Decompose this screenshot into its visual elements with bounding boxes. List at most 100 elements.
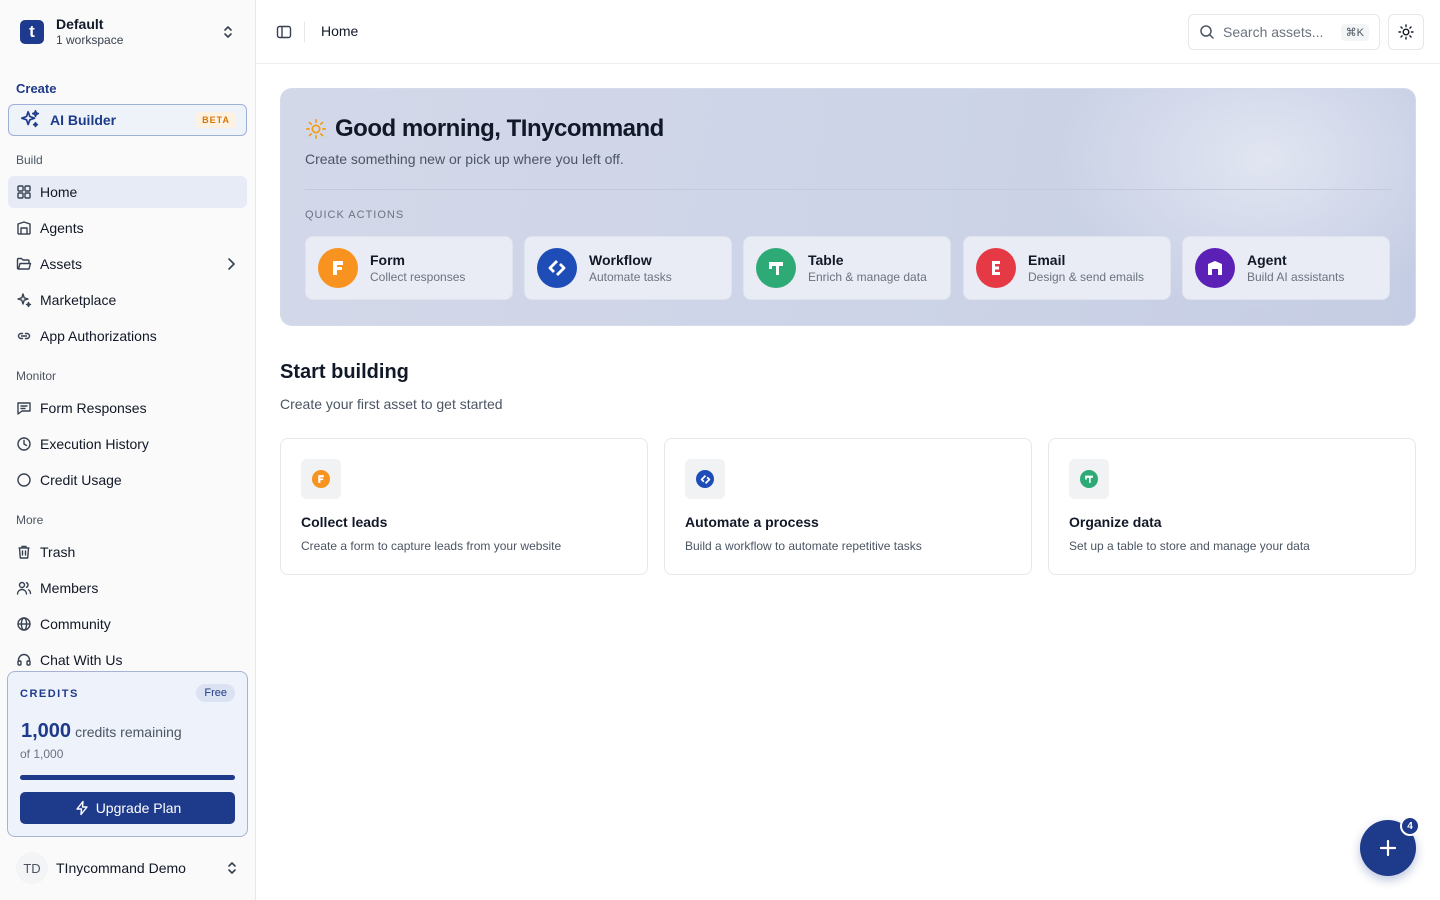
sidebar-item-community[interactable]: Community xyxy=(8,608,247,640)
agent-icon xyxy=(16,220,32,236)
user-menu[interactable]: TD TInycommand Demo xyxy=(8,848,248,888)
search-input[interactable]: Search assets... ⌘K xyxy=(1188,14,1380,50)
section-more: More xyxy=(16,513,44,527)
sidebar-item-label: Execution History xyxy=(40,436,149,452)
workspace-logo-letter: t xyxy=(29,21,35,41)
quick-action-subtitle: Enrich & manage data xyxy=(808,270,927,284)
sidebar-item-label: Form Responses xyxy=(40,400,147,416)
hero-divider xyxy=(305,189,1391,190)
sidebar-nav[interactable]: Create AI Builder BETA Build Home Agents… xyxy=(0,72,255,668)
clock-icon xyxy=(16,436,32,452)
card-automate-process[interactable]: Automate a process Build a workflow to a… xyxy=(664,438,1032,575)
credits-remaining: 1,000 credits remaining xyxy=(21,720,182,743)
sidebar-item-execution-history[interactable]: Execution History xyxy=(8,428,247,460)
sidebar-toggle-button[interactable] xyxy=(272,20,296,44)
workspace-switcher[interactable]: t Default 1 workspace xyxy=(8,8,248,56)
theme-toggle-button[interactable] xyxy=(1388,14,1424,50)
quick-action-table[interactable]: Table Enrich & manage data xyxy=(743,236,951,300)
sidebar-item-label: App Authorizations xyxy=(40,328,157,344)
quick-action-text: Workflow Automate tasks xyxy=(589,251,672,285)
workspace-logo: t xyxy=(20,20,44,44)
start-building-subtitle: Create your first asset to get started xyxy=(280,396,503,412)
chevrons-updown-icon xyxy=(224,860,240,876)
ai-builder-button[interactable]: AI Builder BETA xyxy=(8,104,247,136)
quick-action-title: Workflow xyxy=(589,252,652,268)
card-subtitle: Set up a table to store and manage your … xyxy=(1069,539,1310,553)
welcome-hero: Good morning, TInycommand Create somethi… xyxy=(280,88,1416,326)
sun-icon xyxy=(1398,24,1414,40)
upgrade-plan-button[interactable]: Upgrade Plan xyxy=(20,792,235,824)
sidebar-item-chat-with-us[interactable]: Chat With Us xyxy=(8,644,247,668)
email-icon xyxy=(976,248,1016,288)
sidebar-item-home[interactable]: Home xyxy=(8,176,247,208)
sidebar-item-members[interactable]: Members xyxy=(8,572,247,604)
sidebar-item-label: Trash xyxy=(40,544,76,560)
topbar: Home Search assets... ⌘K xyxy=(256,0,1440,64)
section-monitor: Monitor xyxy=(16,369,57,383)
sparkle-icon xyxy=(16,292,32,308)
sun-icon xyxy=(305,118,327,140)
sidebar-item-trash[interactable]: Trash xyxy=(8,536,247,568)
workspace-count: 1 workspace xyxy=(56,33,124,47)
quick-action-title: Table xyxy=(808,252,844,268)
avatar: TD xyxy=(16,852,48,884)
quick-action-text: Agent Build AI assistants xyxy=(1247,251,1344,285)
quick-action-email[interactable]: Email Design & send emails xyxy=(963,236,1171,300)
card-subtitle: Create a form to capture leads from your… xyxy=(301,539,562,553)
greeting-title: Good morning, TInycommand xyxy=(335,115,664,142)
table-icon xyxy=(756,248,796,288)
sidebar-item-label: Chat With Us xyxy=(40,652,123,668)
workflow-icon xyxy=(537,248,577,288)
quick-action-title: Form xyxy=(370,252,405,268)
quick-actions-label: QUICK ACTIONS xyxy=(305,209,405,221)
greeting-subtitle: Create something new or pick up where yo… xyxy=(305,151,624,167)
card-title: Organize data xyxy=(1069,514,1162,530)
sidebar-item-label: Community xyxy=(40,616,111,632)
credits-remaining-label: credits remaining xyxy=(75,724,182,740)
quick-action-subtitle: Collect responses xyxy=(370,270,466,284)
sidebar-item-label: Assets xyxy=(40,256,83,272)
trash-icon xyxy=(16,544,32,560)
folder-icon xyxy=(16,256,32,272)
quick-action-title: Agent xyxy=(1247,252,1287,268)
form-icon xyxy=(301,459,341,499)
credits-progress-bar xyxy=(20,775,235,780)
greeting: Good morning, TInycommand xyxy=(305,115,664,143)
sidebar-item-label: Agents xyxy=(40,220,84,236)
sidebar-item-app-authorizations[interactable]: App Authorizations xyxy=(8,320,247,352)
sidebar-item-label: Marketplace xyxy=(40,292,117,308)
message-icon xyxy=(16,400,32,416)
upgrade-plan-label: Upgrade Plan xyxy=(95,800,182,816)
quick-action-agent[interactable]: Agent Build AI assistants xyxy=(1182,236,1390,300)
quick-action-text: Table Enrich & manage data xyxy=(808,251,927,285)
section-create: Create xyxy=(16,81,57,96)
globe-icon xyxy=(16,616,32,632)
sidebar-item-label: Members xyxy=(40,580,99,596)
credits-header: CREDITS xyxy=(20,688,79,700)
sidebar-item-credit-usage[interactable]: Credit Usage xyxy=(8,464,247,496)
card-organize-data[interactable]: Organize data Set up a table to store an… xyxy=(1048,438,1416,575)
quick-action-subtitle: Automate tasks xyxy=(589,270,672,284)
agent-icon xyxy=(1195,248,1235,288)
user-name: TInycommand Demo xyxy=(56,860,186,876)
quick-action-workflow[interactable]: Workflow Automate tasks xyxy=(524,236,732,300)
card-subtitle: Build a workflow to automate repetitive … xyxy=(685,539,922,553)
search-shortcut: ⌘K xyxy=(1340,23,1369,41)
card-collect-leads[interactable]: Collect leads Create a form to capture l… xyxy=(280,438,648,575)
sidebar-item-form-responses[interactable]: Form Responses xyxy=(8,392,247,424)
card-title: Automate a process xyxy=(685,514,819,530)
grid-icon xyxy=(16,184,32,200)
quick-action-text: Email Design & send emails xyxy=(1028,251,1144,285)
users-icon xyxy=(16,580,32,596)
sidebar-toggle-icon xyxy=(276,24,292,40)
search-placeholder: Search assets... xyxy=(1223,24,1324,40)
sidebar-item-marketplace[interactable]: Marketplace xyxy=(8,284,247,316)
quick-action-form[interactable]: Form Collect responses xyxy=(305,236,513,300)
chevron-right-icon[interactable] xyxy=(223,256,239,272)
beta-badge: BETA xyxy=(196,112,236,128)
quick-action-subtitle: Build AI assistants xyxy=(1247,270,1345,284)
sidebar-item-agents[interactable]: Agents xyxy=(8,212,247,244)
sidebar-item-assets[interactable]: Assets xyxy=(8,248,247,280)
credits-total: of 1,000 xyxy=(20,747,64,761)
sidebar-item-label: Credit Usage xyxy=(40,472,122,488)
